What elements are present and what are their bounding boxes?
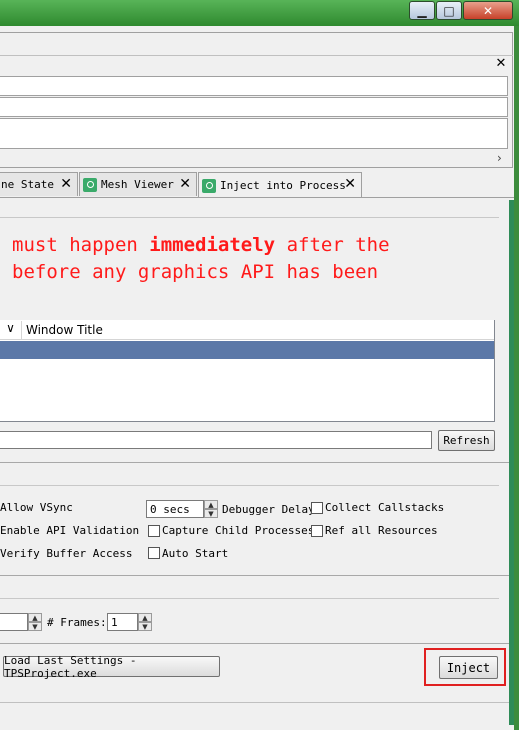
divider <box>0 462 509 463</box>
top-list-row[interactable] <box>0 118 508 149</box>
capture-child-processes-label: Capture Child Processes <box>162 524 315 537</box>
maximize-icon[interactable]: □ <box>436 1 462 20</box>
close-icon[interactable]: ✕ <box>494 57 508 71</box>
debugger-delay-input[interactable]: 0 secs <box>146 500 204 518</box>
window-border <box>514 26 519 730</box>
vertical-scrollbar[interactable] <box>509 200 514 725</box>
load-last-settings-button[interactable]: Load Last Settings - TPSProject.exe <box>3 654 220 680</box>
enable-api-validation-label: Enable API Validation <box>0 524 140 537</box>
warning-line-2: before any graphics API has been <box>12 261 379 283</box>
tab-label: Inject into Process <box>220 179 346 192</box>
verify-buffer-access-label: Verify Buffer Access <box>0 547 133 560</box>
allow-vsync-label: Allow VSync <box>0 501 73 514</box>
divider <box>0 55 513 56</box>
column-window-title[interactable]: Window Title <box>26 323 103 337</box>
inject-highlight <box>424 648 506 686</box>
divider <box>0 575 509 576</box>
minimize-icon[interactable]: ▁ <box>409 1 435 20</box>
chevron-down-icon[interactable]: ∨ <box>0 321 22 340</box>
close-window-icon[interactable]: ✕ <box>463 1 513 20</box>
frames-input[interactable]: 1 <box>107 613 138 631</box>
close-icon[interactable]: ✕ <box>60 176 72 192</box>
tab-mesh-viewer[interactable]: Mesh Viewer ✕ <box>79 172 197 196</box>
frames-label: # Frames: <box>47 616 107 629</box>
close-icon[interactable]: ✕ <box>179 176 191 192</box>
divider <box>0 643 509 644</box>
capture-child-processes-checkbox[interactable] <box>148 525 160 537</box>
debugger-delay-label: Debugger Delay <box>222 503 315 516</box>
tab-label: Mesh Viewer <box>101 178 174 191</box>
divider <box>0 217 499 218</box>
auto-start-checkbox[interactable] <box>148 547 160 559</box>
filter-input[interactable] <box>0 431 432 449</box>
scroll-right-icon[interactable]: › <box>497 151 509 165</box>
spin-up-icon[interactable]: ▲ <box>204 500 218 509</box>
tab-strip: ne State ✕ Mesh Viewer ✕ Inject into Pro… <box>0 172 514 198</box>
tab-label: ne State <box>1 178 54 191</box>
collect-callstacks-checkbox[interactable] <box>311 502 323 514</box>
refresh-button[interactable]: Refresh <box>438 430 495 451</box>
ref-all-resources-label: Ref all Resources <box>325 524 438 537</box>
spin-down-icon[interactable]: ▼ <box>28 622 42 631</box>
divider <box>0 485 499 486</box>
tab-pipeline-state[interactable]: ne State ✕ <box>0 172 78 196</box>
spin-up-icon[interactable]: ▲ <box>28 613 42 622</box>
warning-line-1: must happen immediately after the <box>12 234 390 256</box>
window-controls: ▁ □ ✕ <box>409 1 513 21</box>
user-icon <box>83 177 97 192</box>
user-icon <box>202 178 216 193</box>
top-list-row[interactable] <box>0 97 508 117</box>
divider <box>0 598 499 599</box>
collect-callstacks-label: Collect Callstacks <box>325 501 445 514</box>
close-icon[interactable]: ✕ <box>344 176 356 192</box>
ref-all-resources-checkbox[interactable] <box>311 525 323 537</box>
spin-down-icon[interactable]: ▼ <box>138 622 152 631</box>
list-item[interactable] <box>0 341 494 359</box>
divider <box>0 702 509 703</box>
capture-frame-input[interactable] <box>0 613 28 631</box>
auto-start-label: Auto Start <box>162 547 229 560</box>
top-list-row[interactable] <box>0 76 508 96</box>
tab-inject-into-process[interactable]: Inject into Process ✕ <box>198 172 362 198</box>
spin-up-icon[interactable]: ▲ <box>138 613 152 622</box>
spin-down-icon[interactable]: ▼ <box>204 509 218 518</box>
